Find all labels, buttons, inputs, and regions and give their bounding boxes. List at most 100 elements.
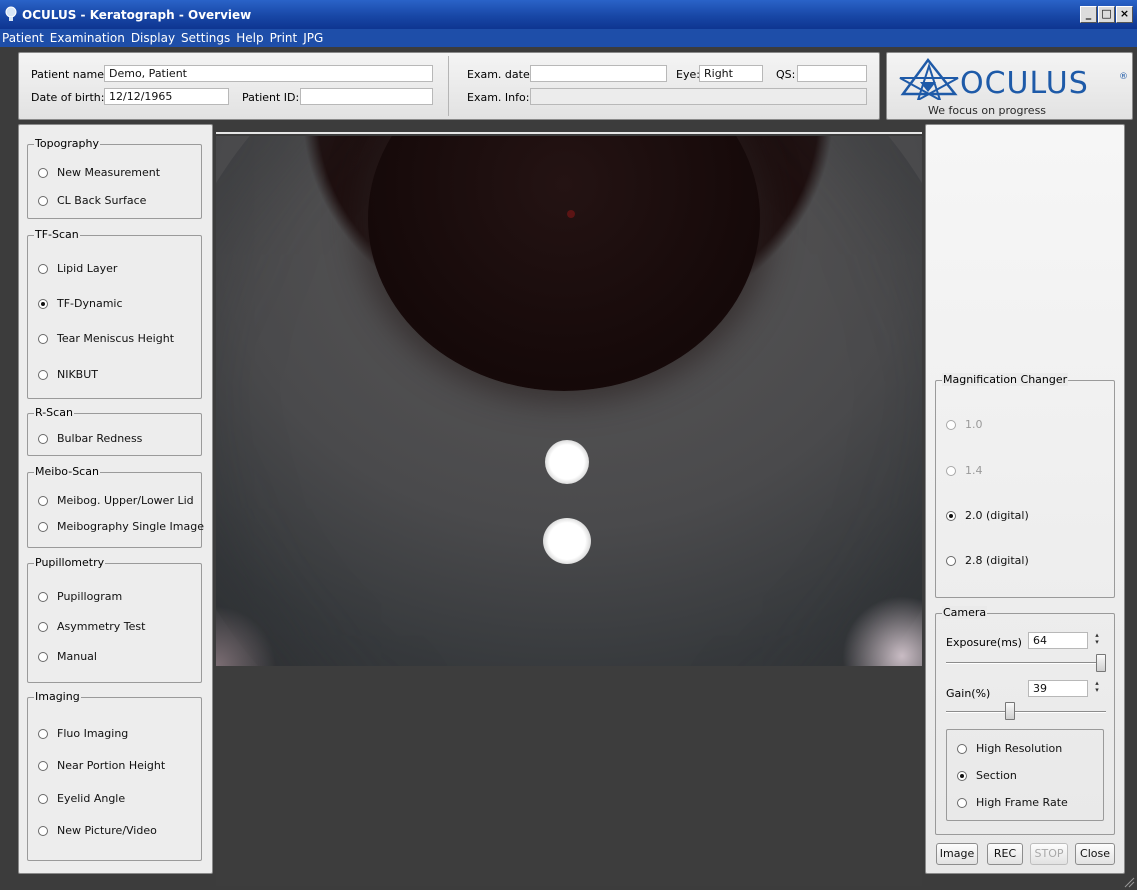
radio-label: Lipid Layer: [57, 262, 118, 275]
logo-tagline: We focus on progress: [928, 104, 1047, 117]
radio-label: New Picture/Video: [57, 824, 157, 837]
radio-cl-back-surface[interactable]: CL Back Surface: [38, 194, 146, 207]
app-lightbulb-icon: [5, 6, 17, 21]
menu-examination[interactable]: Examination: [50, 31, 125, 45]
radio-button[interactable]: [38, 167, 48, 178]
live-eye-camera-view[interactable]: [216, 136, 922, 666]
view-empty-area: [216, 666, 922, 886]
radio-mag-1-4[interactable]: 1.4: [946, 464, 983, 477]
radio-eyelid-angle[interactable]: Eyelid Angle: [38, 792, 125, 805]
radio-button[interactable]: [38, 369, 48, 380]
radio-button[interactable]: [38, 760, 48, 771]
exposure-spinbox[interactable]: 64: [1028, 632, 1088, 649]
radio-button[interactable]: [38, 621, 48, 632]
radio-button[interactable]: [38, 728, 48, 739]
radio-button[interactable]: [38, 651, 48, 662]
exposure-slider-track[interactable]: [946, 662, 1106, 664]
gain-slider-thumb[interactable]: [1005, 702, 1015, 720]
radio-button[interactable]: [957, 743, 967, 754]
radio-button[interactable]: [946, 419, 956, 430]
radio-near-portion-height[interactable]: Near Portion Height: [38, 759, 165, 772]
dob-field[interactable]: 12/12/1965: [104, 88, 229, 105]
radio-high-frame-rate[interactable]: High Frame Rate: [957, 796, 1068, 809]
radio-button[interactable]: [38, 433, 48, 444]
topography-group: Topography: [27, 137, 202, 219]
gain-spinbox[interactable]: 39: [1028, 680, 1088, 697]
pupillometry-title: Pupillometry: [34, 556, 106, 569]
rec-button[interactable]: REC: [987, 843, 1023, 865]
radio-high-resolution[interactable]: High Resolution: [957, 742, 1062, 755]
radio-button-selected[interactable]: [957, 770, 967, 781]
r-scan-title: R-Scan: [34, 406, 74, 419]
patient-info-divider: [448, 56, 449, 116]
radio-manual[interactable]: Manual: [38, 650, 97, 663]
radio-label: Meibog. Upper/Lower Lid: [57, 494, 194, 507]
gain-slider-track[interactable]: [946, 711, 1106, 713]
radio-button[interactable]: [957, 797, 967, 808]
radio-button[interactable]: [38, 333, 48, 344]
radio-label: Near Portion Height: [57, 759, 166, 772]
qs-field[interactable]: [797, 65, 867, 82]
patient-id-field[interactable]: [300, 88, 433, 105]
exposure-label: Exposure(ms): [946, 636, 1022, 649]
image-button[interactable]: Image: [936, 843, 978, 865]
radio-meibography-single-image[interactable]: Meibography Single Image: [38, 520, 204, 533]
exam-info-field[interactable]: [530, 88, 867, 105]
radio-button-selected[interactable]: [38, 298, 48, 309]
imaging-title: Imaging: [34, 690, 81, 703]
radio-mag-2-0-digital[interactable]: 2.0 (digital): [946, 509, 1029, 522]
radio-nikbut[interactable]: NIKBUT: [38, 368, 98, 381]
title-bar: OCULUS - Keratograph - Overview _ □ ×: [0, 0, 1137, 29]
patient-name-field[interactable]: Demo, Patient: [104, 65, 433, 82]
radio-button[interactable]: [38, 263, 48, 274]
radio-button-selected[interactable]: [946, 510, 956, 521]
radio-bulbar-redness[interactable]: Bulbar Redness: [38, 432, 142, 445]
radio-button[interactable]: [946, 465, 956, 476]
radio-label: Fluo Imaging: [57, 727, 129, 740]
radio-tear-meniscus-height[interactable]: Tear Meniscus Height: [38, 332, 174, 345]
minimize-button[interactable]: _: [1080, 6, 1097, 23]
menu-settings[interactable]: Settings: [181, 31, 230, 45]
radio-fluo-imaging[interactable]: Fluo Imaging: [38, 727, 128, 740]
radio-asymmetry-test[interactable]: Asymmetry Test: [38, 620, 145, 633]
radio-button[interactable]: [38, 195, 48, 206]
view-top-divider: [216, 132, 922, 134]
resize-grip-icon[interactable]: [1123, 876, 1135, 888]
radio-pupillogram[interactable]: Pupillogram: [38, 590, 122, 603]
maximize-button[interactable]: □: [1098, 6, 1115, 23]
exam-date-field[interactable]: [530, 65, 667, 82]
eye-field[interactable]: Right: [699, 65, 763, 82]
exam-info-label: Exam. Info:: [467, 91, 530, 104]
radio-button[interactable]: [38, 521, 48, 532]
radio-section[interactable]: Section: [957, 769, 1017, 782]
exposure-slider-thumb[interactable]: [1096, 654, 1106, 672]
radio-tf-dynamic[interactable]: TF-Dynamic: [38, 297, 123, 310]
radio-label: TF-Dynamic: [57, 297, 123, 310]
radio-button[interactable]: [38, 825, 48, 836]
menu-jpg[interactable]: JPG: [303, 31, 323, 45]
radio-meibog-upper-lower-lid[interactable]: Meibog. Upper/Lower Lid: [38, 494, 194, 507]
radio-button[interactable]: [946, 555, 956, 566]
radio-mag-1-0[interactable]: 1.0: [946, 418, 983, 431]
menu-print[interactable]: Print: [270, 31, 298, 45]
radio-lipid-layer[interactable]: Lipid Layer: [38, 262, 117, 275]
radio-button[interactable]: [38, 591, 48, 602]
oculus-star-logo-icon: [899, 57, 959, 100]
radio-button[interactable]: [38, 793, 48, 804]
gain-spin-arrows-icon[interactable]: ▴ ▾: [1090, 680, 1104, 697]
close-window-button[interactable]: ×: [1116, 6, 1133, 23]
radio-new-measurement[interactable]: New Measurement: [38, 166, 160, 179]
radio-button[interactable]: [38, 495, 48, 506]
menu-patient[interactable]: Patient: [2, 31, 44, 45]
exposure-spin-arrows-icon[interactable]: ▴ ▾: [1090, 632, 1104, 649]
menu-display[interactable]: Display: [131, 31, 175, 45]
radio-label: 2.8 (digital): [965, 554, 1029, 567]
stop-button[interactable]: STOP: [1030, 843, 1068, 865]
radio-label: Pupillogram: [57, 590, 123, 603]
menu-help[interactable]: Help: [236, 31, 263, 45]
oculus-logo-text: OCULUS: [960, 66, 1089, 101]
radio-mag-2-8-digital[interactable]: 2.8 (digital): [946, 554, 1029, 567]
close-button[interactable]: Close: [1075, 843, 1115, 865]
radio-new-picture-video[interactable]: New Picture/Video: [38, 824, 157, 837]
meibo-scan-title: Meibo-Scan: [34, 465, 100, 478]
